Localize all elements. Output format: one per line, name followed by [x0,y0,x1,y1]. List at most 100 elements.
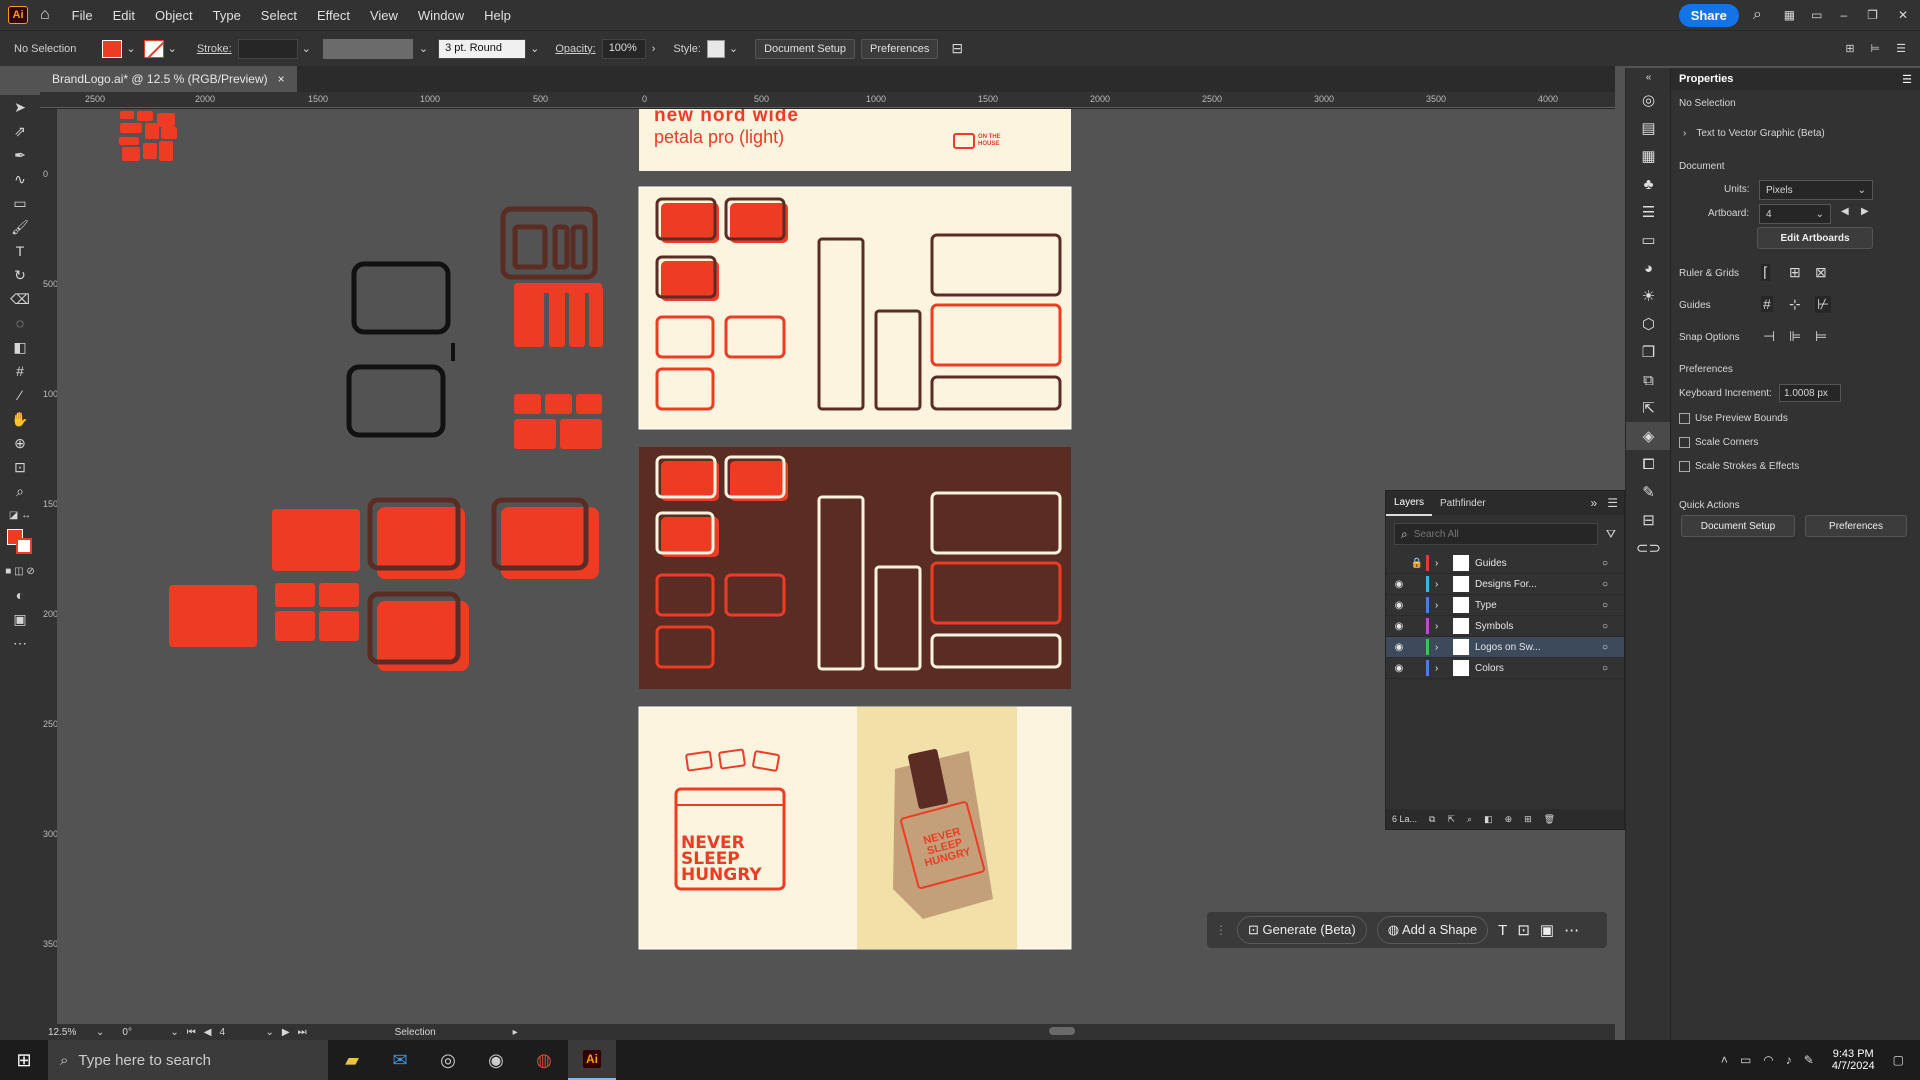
brush-definition[interactable]: 3 pt. Round [438,38,527,59]
windows-start-icon[interactable]: ⊞ [0,1040,48,1080]
panel-menu-icon[interactable]: ☰ [1902,73,1912,86]
export-icon[interactable]: ⇱ [1626,394,1671,422]
notifications-icon[interactable]: ▢ [1893,1053,1904,1067]
lock-guides-icon[interactable]: ⊹ [1789,296,1801,313]
search-icon[interactable]: ⌕ [1753,6,1762,24]
stroke-weight-field[interactable] [237,38,298,59]
next-artboard-arrow-icon[interactable]: ▶ [1861,206,1869,217]
generate-beta-button[interactable]: ⊡ Generate (Beta) [1237,916,1367,944]
target-circle-icon[interactable]: ○ [1602,600,1608,611]
chevron-right-icon[interactable]: › [1435,642,1447,653]
image-icon[interactable]: ▣ [1540,921,1554,939]
new-layer-icon[interactable]: ⊞ [1524,814,1532,825]
app-icon[interactable]: ◉ [472,1040,520,1080]
collapse-icon[interactable]: « [1626,68,1671,86]
layer-name[interactable]: Designs For... [1475,579,1602,590]
style-swatch[interactable] [706,39,725,58]
use-preview-bounds-checkbox[interactable]: Use Preview Bounds [1679,413,1788,424]
default-colors-icon[interactable]: ◪ ↔ [0,503,40,527]
illustrator-taskbar-icon[interactable]: Ai [568,1040,616,1080]
brush-dropdown-icon[interactable]: ⌄ [530,42,539,55]
chevron-right-icon[interactable]: › [1435,600,1447,611]
visibility-eye-icon[interactable]: ◉ [1390,579,1408,590]
qa-document-setup-button[interactable]: Document Setup [1681,515,1795,537]
gradient-panel-icon[interactable]: ▭ [1626,226,1671,254]
more-tools-icon[interactable]: ⋯ [0,631,40,655]
taskbar-search[interactable]: ⌕ Type here to search [48,1040,328,1080]
pathfinder-tab[interactable]: Pathfinder [1432,492,1494,515]
layers-panel-icon[interactable]: ◈ [1626,422,1671,450]
layer-row[interactable]: ◉ › Designs For... ○ [1386,574,1624,595]
visibility-eye-icon[interactable]: ◉ [1390,663,1408,674]
chrome-icon[interactable]: ◍ [520,1040,568,1080]
fill-stroke-swatches[interactable] [0,527,40,559]
chevron-right-icon[interactable]: › [1435,621,1447,632]
lock-icon[interactable]: 🔒 [1408,558,1426,569]
chevron-right-icon[interactable]: › [1435,579,1447,590]
volume-icon[interactable]: ♪ [1786,1053,1792,1067]
rotate-tool-icon[interactable]: ↻ [0,263,40,287]
artboard-canvas[interactable]: new nord wide petala pro (light) ON THE … [57,109,1615,1029]
eraser-tool-icon[interactable]: ⌫ [0,287,40,311]
menu-window[interactable]: Window [408,8,474,23]
workspace-icon[interactable]: ▭ [1811,8,1822,22]
direct-selection-tool-icon[interactable]: ⇗ [0,119,40,143]
ruler-toggle-icon[interactable]: ⌈ [1761,264,1771,281]
rectangle-tool-icon[interactable]: ▭ [0,191,40,215]
layer-name[interactable]: Logos on Sw... [1475,642,1602,653]
layers-menu-icon[interactable]: ☰ [1607,496,1618,510]
layer-name[interactable]: Guides [1475,558,1602,569]
curvature-tool-icon[interactable]: ∿ [0,167,40,191]
app-icon[interactable]: ◎ [424,1040,472,1080]
visibility-eye-icon[interactable]: ◉ [1390,621,1408,632]
menu-edit[interactable]: Edit [103,8,145,23]
mesh-tool-icon[interactable]: # [0,359,40,383]
paintbrush-tool-icon[interactable]: 🖌 [0,215,40,239]
menu-select[interactable]: Select [251,8,307,23]
file-explorer-icon[interactable]: ▰ [328,1040,376,1080]
visibility-eye-icon[interactable]: ◉ [1390,642,1408,653]
prev-artboard-arrow-icon[interactable]: ◀ [1841,206,1849,217]
color-mode-icon[interactable]: ■ ◫ ⊘ [0,559,40,583]
restore-icon[interactable]: ❐ [1867,8,1878,22]
target-circle-icon[interactable]: ○ [1602,663,1608,674]
draw-mode-icon[interactable]: ◐ [0,583,40,607]
stroke-dropdown-icon[interactable]: ⌄ [168,42,177,55]
add-shape-button[interactable]: ◍ Add a Shape [1376,916,1489,944]
menu-object[interactable]: Object [145,8,203,23]
eyedropper-tool-icon[interactable]: ⁄ [0,383,40,407]
rotation-dropdown-icon[interactable]: ⌄ [170,1027,178,1038]
drag-handle-icon[interactable]: ⋮ [1215,923,1227,937]
pen-tool-icon[interactable]: ✒ [0,143,40,167]
horizontal-scrollbar[interactable] [534,1027,1607,1037]
lasso-tool-icon[interactable]: ◌ [0,311,40,335]
checkbox-box[interactable] [1679,437,1690,448]
wifi-icon[interactable]: ◠ [1763,1053,1773,1067]
color-themes-icon[interactable]: ◎ [1626,86,1671,114]
share-button[interactable]: Share [1678,3,1739,27]
opacity-arrow-icon[interactable]: › [652,43,656,55]
expand-panel-icon[interactable]: » [1591,496,1598,510]
transparency-icon[interactable]: ◕ [1626,254,1671,282]
layer-row[interactable]: 🔒 › Guides ○ [1386,553,1624,574]
links-icon[interactable]: ⊂⊃ [1626,534,1671,562]
fill-dropdown-icon[interactable]: ⌄ [126,42,135,55]
align-options-icon[interactable]: ⊟ [951,40,963,57]
keyboard-increment-field[interactable]: 1.0008 px [1779,384,1841,402]
symbols-icon[interactable]: ♣ [1626,170,1671,198]
more-options-icon[interactable]: ⋯ [1564,921,1579,939]
layer-name[interactable]: Symbols [1475,621,1602,632]
scale-corners-checkbox[interactable]: Scale Corners [1679,437,1758,448]
show-hidden-icons-icon[interactable]: ˄ [1721,1053,1728,1067]
last-artboard-icon[interactable]: ⏭ [298,1027,307,1038]
checkbox-box[interactable] [1679,461,1690,472]
show-guides-icon[interactable]: # [1761,296,1773,312]
screen-mode-icon[interactable]: ▣ [0,607,40,631]
target-circle-icon[interactable]: ○ [1602,642,1608,653]
transform-icon[interactable]: ⧉ [1626,366,1671,394]
new-sublayer-icon[interactable]: ⊕ [1505,814,1513,825]
layer-name[interactable]: Colors [1475,663,1602,674]
delete-layer-icon[interactable]: 🗑 [1544,814,1555,825]
pen-icon[interactable]: ✎ [1804,1053,1814,1067]
snap-glyph-icon[interactable]: ⊨ [1815,328,1827,345]
